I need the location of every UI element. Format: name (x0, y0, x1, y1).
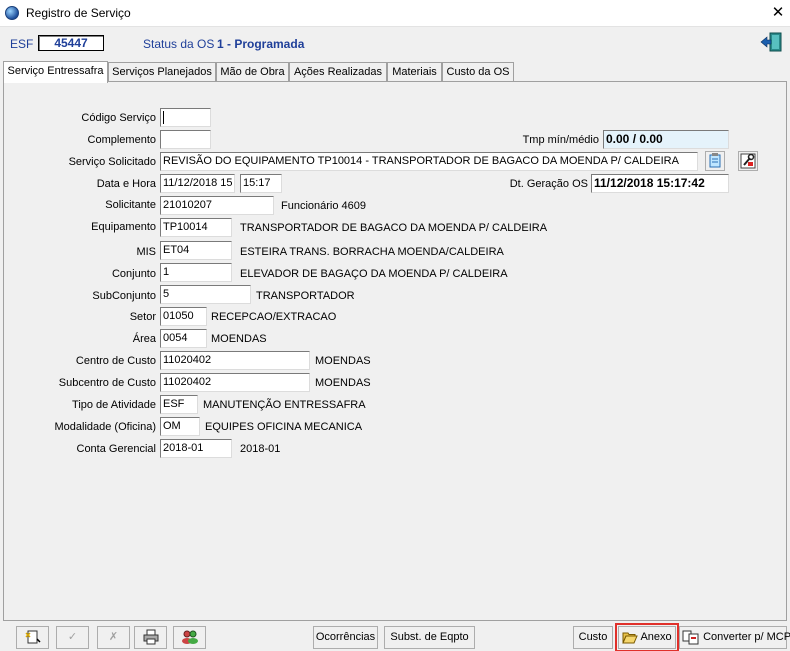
text-caret (163, 110, 164, 124)
conjunto-label: Conjunto (111, 268, 156, 280)
equipamento-desc: TRANSPORTADOR DE BAGACO DA MOENDA P/ CAL… (240, 222, 548, 234)
subcentro-custo-input[interactable]: 11020402 (160, 373, 310, 392)
checkmark-icon: ✓ (67, 631, 78, 643)
dt-geracao-field: 11/12/2018 15:17:42 (591, 174, 729, 193)
folder-open-icon (622, 632, 638, 644)
exit-door-icon (760, 32, 782, 52)
tab-acoes-realizadas[interactable]: Ações Realizadas (289, 62, 387, 82)
mis-input[interactable]: ET04 (160, 241, 232, 260)
os-type-label: ESF (10, 37, 34, 51)
tmp-label: Tmp mín/médio (522, 134, 599, 146)
users-icon (181, 630, 198, 645)
tmp-field: 0.00 / 0.00 (603, 130, 729, 149)
close-icon[interactable]: ✕ (768, 3, 788, 23)
codigo-servico-input[interactable] (160, 108, 211, 127)
mis-desc: ESTEIRA TRANS. BORRACHA MOENDA/CALDEIRA (240, 246, 504, 258)
servico-solicitado-label: Serviço Solicitado (68, 156, 156, 168)
centro-custo-input[interactable]: 11020402 (160, 351, 310, 370)
tipo-atividade-label: Tipo de Atividade (72, 399, 156, 411)
notepad-icon (709, 153, 721, 168)
os-number-field: 45447 (38, 35, 104, 51)
ocorrencias-button[interactable]: Ocorrências (313, 626, 378, 649)
conta-gerencial-input[interactable]: 2018-01 (160, 439, 232, 458)
tipo-atividade-input[interactable]: ESF (160, 395, 198, 414)
tab-mao-de-obra[interactable]: Mão de Obra (216, 62, 289, 82)
equipamento-input[interactable]: TP10014 (160, 218, 232, 237)
setor-desc: RECEPCAO/EXTRACAO (211, 311, 337, 323)
tab-servicos-planejados[interactable]: Serviços Planejados (108, 62, 216, 82)
centro-custo-desc: MOENDAS (315, 355, 371, 367)
dt-geracao-label: Dt. Geração OS (509, 178, 588, 190)
tab-materiais[interactable]: Materiais (387, 62, 442, 82)
new-record-button[interactable] (16, 626, 49, 649)
modalidade-label: Modalidade (Oficina) (54, 421, 157, 433)
solicitante-input[interactable]: 21010207 (160, 196, 274, 215)
wrench-icon (740, 153, 756, 169)
solicitante-label: Solicitante (105, 199, 156, 211)
complemento-input[interactable] (160, 130, 211, 149)
status-label: Status da OS (143, 37, 215, 51)
conta-gerencial-desc: 2018-01 (240, 443, 281, 455)
subcentro-custo-label: Subcentro de Custo (58, 377, 156, 389)
app-icon (5, 6, 19, 20)
subconjunto-desc: TRANSPORTADOR (256, 290, 355, 302)
area-label: Área (132, 333, 156, 345)
users-button[interactable] (173, 626, 206, 649)
subst-eqpto-button[interactable]: Subst. de Eqpto (384, 626, 475, 649)
conjunto-input[interactable]: 1 (160, 263, 232, 282)
setor-input[interactable]: 01050 (160, 307, 207, 326)
modalidade-input[interactable]: OM (160, 417, 200, 436)
subconjunto-input[interactable]: 5 (160, 285, 251, 304)
cancel-x-icon: ✗ (108, 631, 119, 643)
tab-custo-da-os[interactable]: Custo da OS (442, 62, 514, 82)
tools-button[interactable] (738, 151, 758, 171)
equipamento-label: Equipamento (91, 221, 156, 233)
complemento-label: Complemento (87, 134, 156, 146)
subcentro-custo-desc: MOENDAS (315, 377, 371, 389)
solicitante-desc: Funcionário 4609 (281, 200, 367, 212)
convert-icon (682, 630, 699, 645)
print-button[interactable] (134, 626, 167, 649)
printer-icon (143, 629, 158, 645)
data-hora-label: Data e Hora (96, 178, 156, 190)
setor-label: Setor (129, 311, 156, 323)
anexo-button[interactable]: Anexo (615, 623, 679, 651)
conta-gerencial-label: Conta Gerencial (76, 443, 157, 455)
notepad-button[interactable] (705, 151, 725, 171)
area-input[interactable]: 0054 (160, 329, 207, 348)
subconjunto-label: SubConjunto (92, 290, 156, 302)
confirm-button[interactable]: ✓ (56, 626, 89, 649)
converter-mcp-button[interactable]: Converter p/ MCP (679, 626, 790, 649)
exit-button[interactable] (759, 31, 783, 53)
cancel-button[interactable]: ✗ (97, 626, 130, 649)
data-input[interactable]: 11/12/2018 15 (160, 174, 235, 193)
mis-label: MIS (136, 246, 156, 258)
anexo-label: Anexo (640, 631, 672, 643)
codigo-servico-label: Código Serviço (81, 112, 156, 124)
servico-solicitado-input[interactable]: REVISÃO DO EQUIPAMENTO TP10014 - TRANSPO… (160, 152, 698, 171)
status-value: 1 - Programada (217, 37, 305, 51)
converter-label: Converter p/ MCP (703, 631, 790, 643)
hora-input[interactable]: 15:17 (240, 174, 282, 193)
tipo-atividade-desc: MANUTENÇÃO ENTRESSAFRA (203, 399, 366, 411)
modalidade-desc: EQUIPES OFICINA MECANICA (205, 421, 363, 433)
conjunto-desc: ELEVADOR DE BAGAÇO DA MOENDA P/ CALDEIRA (240, 268, 508, 280)
new-document-icon (24, 630, 41, 644)
window-title: Registro de Serviço (26, 6, 131, 20)
tab-servico-entressafra[interactable]: Serviço Entressafra (3, 61, 108, 83)
area-desc: MOENDAS (211, 333, 267, 345)
custo-button[interactable]: Custo (573, 626, 613, 649)
centro-custo-label: Centro de Custo (75, 355, 156, 367)
